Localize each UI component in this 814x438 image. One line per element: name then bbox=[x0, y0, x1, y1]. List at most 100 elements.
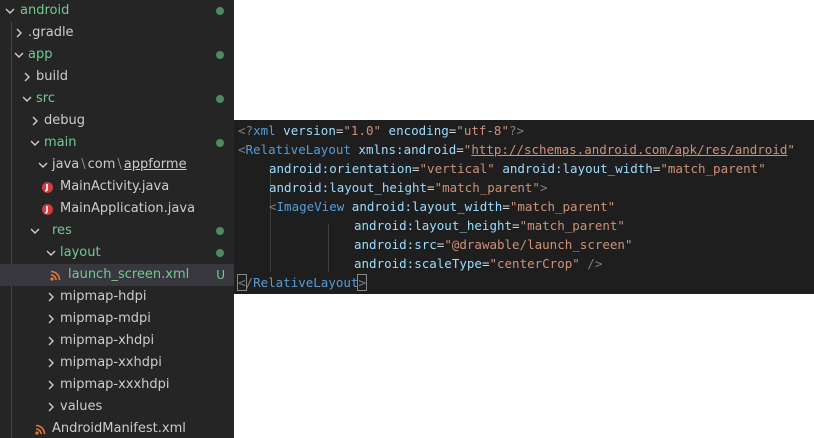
tree-folder-main[interactable]: main bbox=[0, 132, 234, 154]
tree-file-mainapplication[interactable]: J MainApplication.java bbox=[0, 198, 234, 220]
token: ?> bbox=[508, 123, 525, 138]
chevron-down-icon bbox=[21, 88, 33, 110]
tree-folder-res[interactable]: res bbox=[0, 220, 234, 242]
token: android:layout_width bbox=[344, 199, 503, 214]
code-line-6: android:layout_height="match_parent" bbox=[354, 216, 625, 235]
token: android:layout_height bbox=[269, 180, 428, 195]
chevron-right-icon bbox=[45, 374, 57, 396]
tree-folder-layout[interactable]: layout bbox=[0, 242, 234, 264]
tree-file-launch-screen[interactable]: launch_screen.xml U bbox=[0, 264, 234, 286]
tree-label: .gradle bbox=[28, 25, 74, 40]
package-segment: appforme bbox=[123, 157, 187, 172]
chevron-right-icon bbox=[13, 22, 25, 44]
token: "match_parent" bbox=[509, 199, 616, 214]
tree-folder-android[interactable]: android bbox=[0, 0, 234, 22]
tree-file-androidmanifest[interactable]: AndroidManifest.xml bbox=[0, 418, 234, 438]
token: = bbox=[427, 180, 435, 195]
tree-folder-debug[interactable]: debug bbox=[0, 110, 234, 132]
tree-label: layout bbox=[60, 245, 101, 260]
tree-folder-mipmap-hdpi[interactable]: mipmap-hdpi bbox=[0, 286, 234, 308]
chevron-right-icon bbox=[45, 352, 57, 374]
token: "@drawable/launch_screen" bbox=[444, 237, 633, 252]
tree-label: android bbox=[20, 3, 70, 18]
token: encoding bbox=[381, 123, 449, 138]
package-segment: com bbox=[87, 157, 116, 172]
tree-label: AndroidManifest.xml bbox=[52, 421, 186, 436]
modified-dot-icon bbox=[216, 95, 224, 103]
token: "match_parent" bbox=[660, 161, 766, 176]
chevron-down-icon bbox=[4, 0, 16, 22]
chevron-right-icon bbox=[45, 286, 57, 308]
token: = bbox=[512, 218, 520, 233]
tree-label: app bbox=[28, 47, 53, 62]
tree-folder-java-package[interactable]: java \ com \ appforme bbox=[0, 154, 234, 176]
token: / bbox=[245, 275, 254, 290]
code-line-7: android:src="@drawable/launch_screen" bbox=[354, 235, 632, 254]
token: "utf-8" bbox=[456, 123, 509, 138]
tree-label: debug bbox=[44, 113, 85, 128]
tree-label: MainActivity.java bbox=[60, 179, 170, 194]
tree-folder-mipmap-xxxhdpi[interactable]: mipmap-xxxhdpi bbox=[0, 374, 234, 396]
tree-label: mipmap-hdpi bbox=[60, 289, 147, 304]
token: < bbox=[238, 142, 246, 157]
modified-dot-icon bbox=[216, 227, 224, 235]
tree-label: MainApplication.java bbox=[60, 201, 196, 216]
token: "match_parent" bbox=[434, 180, 540, 195]
token: " bbox=[787, 142, 795, 157]
token: RelativeLayout bbox=[245, 142, 351, 157]
xml-file-icon bbox=[33, 418, 47, 438]
java-file-icon: J bbox=[40, 176, 54, 198]
chevron-down-icon bbox=[13, 44, 25, 66]
token: "match_parent" bbox=[519, 218, 625, 233]
chevron-right-icon bbox=[45, 396, 57, 418]
chevron-right-icon bbox=[45, 330, 57, 352]
token: xmlns:android bbox=[350, 142, 457, 157]
chevron-down-icon bbox=[37, 154, 49, 176]
tree-label: mipmap-xxxhdpi bbox=[60, 377, 170, 392]
token: < bbox=[269, 199, 277, 214]
chevron-right-icon bbox=[29, 110, 41, 132]
tree-folder-mipmap-xxhdpi[interactable]: mipmap-xxhdpi bbox=[0, 352, 234, 374]
tree-folder-mipmap-xhdpi[interactable]: mipmap-xhdpi bbox=[0, 330, 234, 352]
chevron-down-icon bbox=[29, 220, 41, 242]
token: android:layout_height bbox=[354, 218, 513, 233]
tree-label: build bbox=[36, 69, 68, 84]
tree-label: values bbox=[60, 399, 103, 414]
indent-guide bbox=[328, 224, 329, 272]
tree-folder-src[interactable]: src bbox=[0, 88, 234, 110]
tree-folder-gradle[interactable]: .gradle bbox=[0, 22, 234, 44]
tree-folder-mipmap-mdpi[interactable]: mipmap-mdpi bbox=[0, 308, 234, 330]
code-line-5: <ImageView android:layout_width="match_p… bbox=[269, 197, 615, 216]
code-editor[interactable]: <?xml version="1.0" encoding="utf-8"?> <… bbox=[234, 120, 814, 294]
modified-dot-icon bbox=[216, 7, 224, 15]
package-separator: \ bbox=[117, 157, 122, 172]
tree-folder-build[interactable]: build bbox=[0, 66, 234, 88]
token: xml bbox=[253, 123, 276, 138]
namespace-link[interactable]: http://schemas.android.com/apk/res/andro… bbox=[471, 142, 787, 157]
matched-bracket: > bbox=[357, 274, 367, 291]
token: "centerCrop" bbox=[489, 256, 580, 271]
java-file-icon: J bbox=[40, 198, 54, 220]
token: = bbox=[412, 161, 420, 176]
code-line-9: </RelativeLayout> bbox=[237, 273, 367, 292]
token: RelativeLayout bbox=[253, 275, 359, 290]
tree-folder-values[interactable]: values bbox=[0, 396, 234, 418]
tree-label: mipmap-mdpi bbox=[60, 311, 151, 326]
chevron-down-icon bbox=[29, 132, 41, 154]
tree-label: res bbox=[52, 223, 72, 238]
tree-label: main bbox=[44, 135, 77, 150]
tree-label: launch_screen.xml bbox=[68, 267, 190, 282]
modified-dot-icon bbox=[216, 139, 224, 147]
xml-file-icon bbox=[48, 264, 62, 286]
tree-label: src bbox=[36, 91, 55, 106]
token: ImageView bbox=[276, 199, 345, 214]
token: android:scaleType bbox=[354, 256, 482, 271]
token: version bbox=[275, 123, 336, 138]
tree-file-mainactivity[interactable]: J MainActivity.java bbox=[0, 176, 234, 198]
code-line-8: android:scaleType="centerCrop" /> bbox=[354, 254, 602, 273]
tree-folder-app[interactable]: app bbox=[0, 44, 234, 66]
chevron-right-icon bbox=[21, 66, 33, 88]
tree-label: mipmap-xxhdpi bbox=[60, 355, 162, 370]
chevron-right-icon bbox=[45, 308, 57, 330]
package-separator: \ bbox=[81, 157, 86, 172]
